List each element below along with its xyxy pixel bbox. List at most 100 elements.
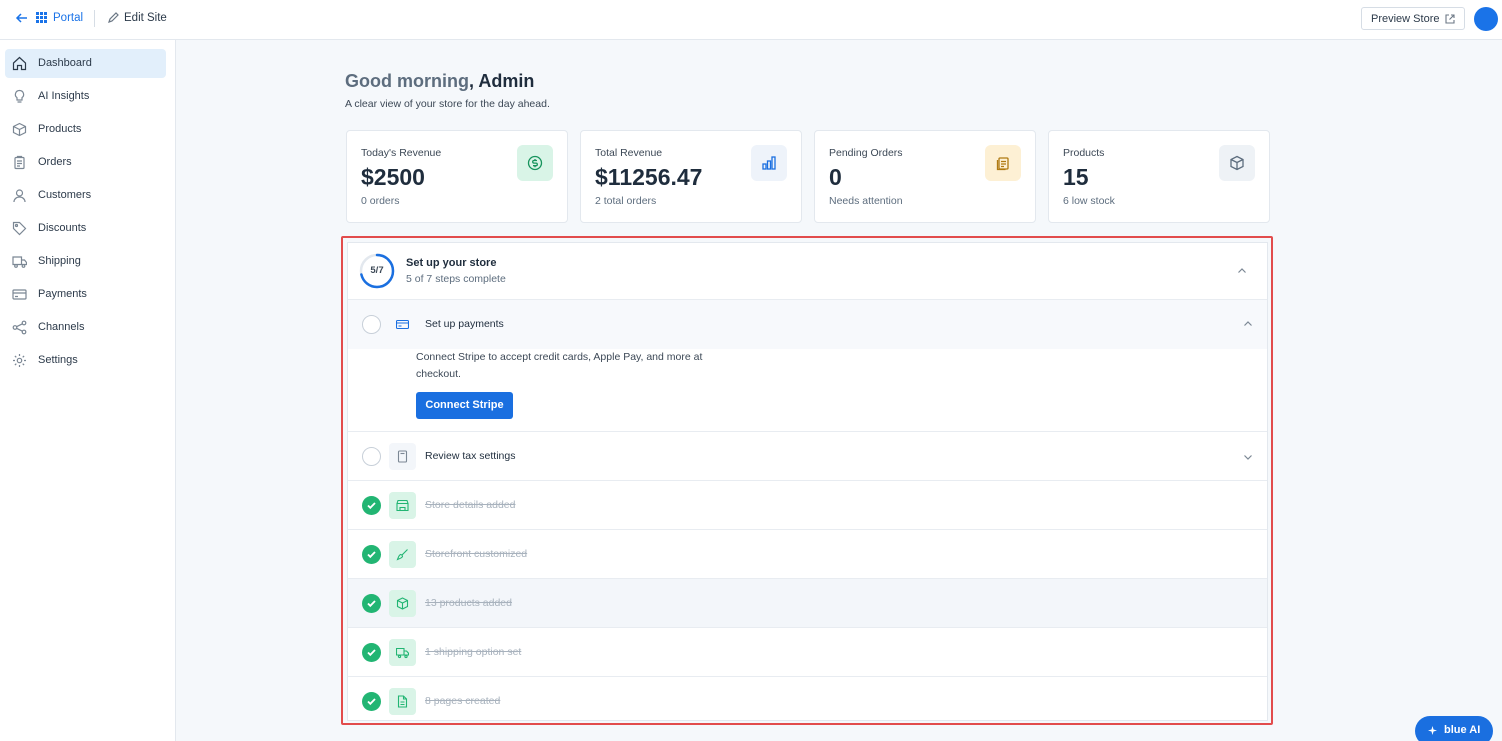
setup-subtitle: 5 of 7 steps complete <box>406 273 506 285</box>
sidebar-item-settings[interactable]: Settings <box>5 346 166 375</box>
stat-title: Total Revenue <box>595 147 663 159</box>
preview-store-label: Preview Store <box>1371 13 1440 25</box>
box-icon <box>12 122 27 137</box>
step-set-up-payments[interactable]: Set up payments <box>348 300 1267 349</box>
truck-icon <box>396 647 409 659</box>
step-label: 8 pages created <box>425 695 501 707</box>
sidebar-item-label: Orders <box>38 156 72 168</box>
page-subtitle: A clear view of your store for the day a… <box>345 98 550 110</box>
home-icon <box>12 56 27 71</box>
step-circle[interactable] <box>362 447 381 466</box>
sidebar-item-ai-insights[interactable]: AI Insights <box>5 82 166 111</box>
step-payments-body: Connect Stripe to accept credit cards, A… <box>348 349 1267 432</box>
check-circle-icon <box>362 545 381 564</box>
sidebar-item-label: Shipping <box>38 255 81 267</box>
stat-value: 0 <box>829 164 842 190</box>
step-shipping-option[interactable]: 1 shipping option set <box>348 628 1267 677</box>
sidebar-item-label: Channels <box>38 321 85 333</box>
box-icon <box>396 597 409 610</box>
blue-ai-label: blue AI <box>1444 724 1481 736</box>
tag-icon <box>12 221 27 236</box>
setup-panel: 5/7 Set up your store 5 of 7 steps compl… <box>347 242 1268 721</box>
blue-ai-button[interactable]: blue AI <box>1415 716 1493 741</box>
chevron-up-icon[interactable] <box>1237 266 1247 276</box>
avatar[interactable] <box>1474 7 1498 31</box>
step-storefront-customized[interactable]: Storefront customized <box>348 530 1267 579</box>
step-icon-box <box>389 590 416 617</box>
check-circle-icon <box>362 643 381 662</box>
stat-card-total-revenue: Total Revenue $11256.47 2 total orders <box>580 130 802 223</box>
brush-icon <box>396 549 408 561</box>
file-icon <box>397 695 408 708</box>
external-link-icon <box>1445 14 1455 24</box>
stat-card-pending-orders: Pending Orders 0 Needs attention <box>814 130 1036 223</box>
step-label: Review tax settings <box>425 450 516 462</box>
stat-value: $11256.47 <box>595 164 703 190</box>
dollar-icon <box>527 155 543 171</box>
connect-stripe-button[interactable]: Connect Stripe <box>416 392 513 419</box>
sidebar-item-label: Dashboard <box>38 57 92 69</box>
stat-sub: 6 low stock <box>1063 195 1115 207</box>
sidebar-item-customers[interactable]: Customers <box>5 181 166 210</box>
setup-header[interactable]: 5/7 Set up your store 5 of 7 steps compl… <box>348 243 1267 300</box>
check-circle-icon <box>362 496 381 515</box>
sidebar-item-orders[interactable]: Orders <box>5 148 166 177</box>
greeting-prefix: Good morning <box>345 71 469 91</box>
step-store-details[interactable]: Store details added <box>348 481 1267 530</box>
stat-title: Pending Orders <box>829 147 903 159</box>
divider <box>94 10 95 27</box>
sidebar-item-channels[interactable]: Channels <box>5 313 166 342</box>
sidebar-item-label: Customers <box>38 189 92 201</box>
chevron-down-icon[interactable] <box>1243 452 1253 462</box>
stat-icon-box <box>517 145 553 181</box>
edit-site-link[interactable]: Edit Site <box>124 12 167 24</box>
sidebar-item-label: Payments <box>38 288 87 300</box>
clipboard-icon <box>996 157 1009 171</box>
sidebar-item-label: Discounts <box>38 222 87 234</box>
page-title: Good morning, Admin <box>345 71 534 92</box>
lightbulb-icon <box>14 89 25 103</box>
sidebar-item-payments[interactable]: Payments <box>5 280 166 309</box>
progress-text: 5/7 <box>370 265 384 276</box>
stat-card-products: Products 15 6 low stock <box>1048 130 1270 223</box>
store-icon <box>396 499 409 512</box>
sidebar-item-products[interactable]: Products <box>5 115 166 144</box>
truck-icon <box>12 256 27 268</box>
step-icon-box <box>389 492 416 519</box>
stat-sub: Needs attention <box>829 195 903 207</box>
chevron-up-icon[interactable] <box>1243 319 1253 329</box>
step-label: Store details added <box>425 499 516 511</box>
step-circle[interactable] <box>362 315 381 334</box>
sidebar-item-discounts[interactable]: Discounts <box>5 214 166 243</box>
stat-value: $2500 <box>361 164 425 190</box>
setup-title: Set up your store <box>406 257 497 269</box>
user-icon <box>13 189 26 203</box>
sidebar-item-label: AI Insights <box>38 90 90 102</box>
check-circle-icon <box>362 594 381 613</box>
bar-chart-icon <box>762 156 776 170</box>
step-products-added[interactable]: 13 products added <box>348 579 1267 628</box>
step-review-tax-settings[interactable]: Review tax settings <box>348 432 1267 481</box>
step-icon-box <box>389 639 416 666</box>
stat-title: Products <box>1063 147 1105 159</box>
stat-sub: 0 orders <box>361 195 400 207</box>
step-icon-box <box>389 311 416 338</box>
stat-sub: 2 total orders <box>595 195 657 207</box>
clipboard-icon <box>14 155 25 170</box>
stat-icon-box <box>985 145 1021 181</box>
grid-icon <box>36 12 47 23</box>
preview-store-button[interactable]: Preview Store <box>1361 7 1465 30</box>
gear-icon <box>13 354 26 367</box>
calculator-icon <box>397 450 408 463</box>
back-arrow-icon[interactable] <box>15 11 29 25</box>
portal-link[interactable]: Portal <box>53 12 83 24</box>
step-label: 1 shipping option set <box>425 646 522 658</box>
sidebar-item-label: Settings <box>38 354 78 366</box>
sidebar-item-shipping[interactable]: Shipping <box>5 247 166 276</box>
check-circle-icon <box>362 692 381 711</box>
sidebar-item-dashboard[interactable]: Dashboard <box>5 49 166 78</box>
greeting-name: , Admin <box>468 71 535 91</box>
step-pages-created[interactable]: 8 pages created <box>348 677 1267 720</box>
sidebar-item-label: Products <box>38 123 82 135</box>
stat-icon-box <box>751 145 787 181</box>
